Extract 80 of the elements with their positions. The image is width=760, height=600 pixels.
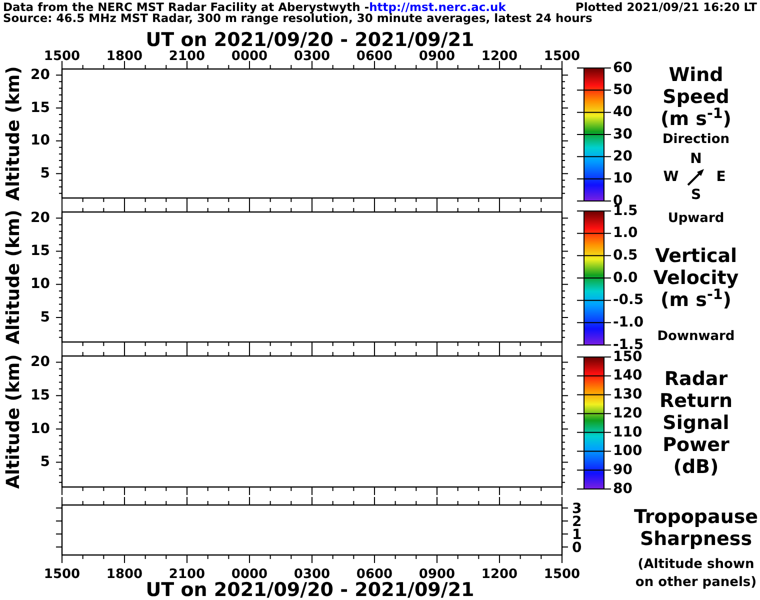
time-label: 0300 — [294, 567, 330, 582]
legend-title: Radar — [664, 368, 728, 390]
axis-label: Altitude (km) — [2, 354, 24, 489]
altitude-label: 10 — [30, 132, 50, 149]
compass-letter: E — [716, 168, 726, 186]
time-label: 1200 — [481, 49, 518, 64]
legend-caption: Upward — [668, 210, 724, 228]
website-link[interactable]: http://mst.nerc.ac.uk — [369, 0, 506, 14]
altitude-label: 10 — [30, 276, 50, 292]
time-label: 1200 — [481, 567, 518, 582]
time-label: 1500 — [544, 49, 580, 64]
scale-label: -1.0 — [613, 314, 644, 330]
axis-label: Altitude (km) — [2, 66, 24, 201]
time-label: 2100 — [168, 567, 206, 582]
scale-label: 130 — [613, 386, 642, 403]
wind-arrow-icon — [686, 167, 706, 187]
altitude-label: 5 — [40, 454, 50, 470]
axis-title: UT on 2021/09/20 - 2021/09/21 — [146, 29, 474, 51]
time-label: 2100 — [168, 49, 206, 64]
time-label: 1500 — [44, 567, 80, 582]
altitude-label: 20 — [30, 210, 50, 226]
altitude-label: 5 — [40, 166, 50, 182]
legend-title: (m s$^{-1}$) — [660, 108, 732, 130]
compass-letter: S — [690, 186, 702, 204]
altitude-label: 20 — [30, 66, 50, 83]
legend-title: Return — [659, 390, 733, 412]
legend-title: Power — [662, 434, 730, 456]
scale-label: 110 — [613, 424, 642, 440]
time-label: 0900 — [418, 567, 456, 582]
scale-label: 60 — [613, 60, 632, 76]
legend-title: (dB) — [673, 456, 719, 478]
legend-title: Wind — [668, 64, 724, 86]
time-label: 0600 — [356, 49, 393, 64]
legend-title: Tropopause — [634, 506, 758, 528]
scale-label: 150 — [613, 348, 642, 365]
scale-label: 140 — [613, 368, 642, 384]
scale-label: 0.0 — [613, 270, 638, 286]
legend-title: Signal — [662, 412, 730, 434]
scale-label: 1.0 — [613, 225, 638, 242]
altitude-label: 15 — [30, 387, 50, 404]
altitude-label: 15 — [30, 100, 50, 116]
altitude-label: 10 — [30, 420, 50, 437]
altitude-label: 5 — [40, 309, 50, 326]
time-label: 0000 — [231, 567, 268, 582]
scale-label: 20 — [613, 148, 632, 164]
time-label: 0000 — [231, 49, 268, 64]
time-label: 1500 — [44, 49, 80, 64]
axis-label: Altitude (km) — [2, 210, 24, 344]
legend-title: Speed — [662, 86, 730, 108]
compass-letter: N — [690, 150, 702, 168]
legend-caption: Direction — [662, 131, 730, 149]
compass-letter: W — [663, 168, 679, 186]
altitude-label: 15 — [30, 243, 50, 260]
time-label: 0600 — [356, 567, 393, 582]
time-label: 1800 — [106, 567, 143, 582]
time-label: 1800 — [106, 49, 143, 64]
scale-label: 80 — [613, 480, 632, 497]
scale-label: 0.5 — [613, 248, 638, 264]
header-text: Data from the NERC MST Radar Facility at Aberystwyth - — [3, 0, 370, 14]
altitude-label: 20 — [30, 354, 50, 370]
axis-title: UT on 2021/09/20 - 2021/09/21 — [146, 579, 474, 600]
legend-caption: Downward — [657, 328, 735, 346]
time-label: 1500 — [544, 567, 580, 582]
scale-label: 100 — [613, 443, 642, 460]
legend-caption: on other panels) — [635, 574, 757, 592]
time-label: 0900 — [418, 49, 456, 64]
time-label: 0300 — [294, 49, 330, 64]
legend-title: Vertical — [654, 245, 738, 267]
legend-caption: (Altitude shown — [638, 556, 754, 574]
scale-label: 120 — [613, 405, 642, 422]
scale-label: 40 — [613, 104, 632, 120]
scale-label: 50 — [613, 82, 632, 98]
scale-label: 30 — [613, 126, 632, 142]
scale-label: 10 — [613, 170, 632, 187]
scale-label: 90 — [613, 462, 632, 478]
legend-title: Sharpness — [640, 528, 752, 550]
scale-label: -0.5 — [613, 292, 644, 308]
plot-date: Plotted 2021/09/21 16:20 LT — [575, 0, 757, 14]
legend-title: (m s$^{-1}$) — [660, 289, 732, 311]
legend-title: Velocity — [653, 267, 739, 289]
